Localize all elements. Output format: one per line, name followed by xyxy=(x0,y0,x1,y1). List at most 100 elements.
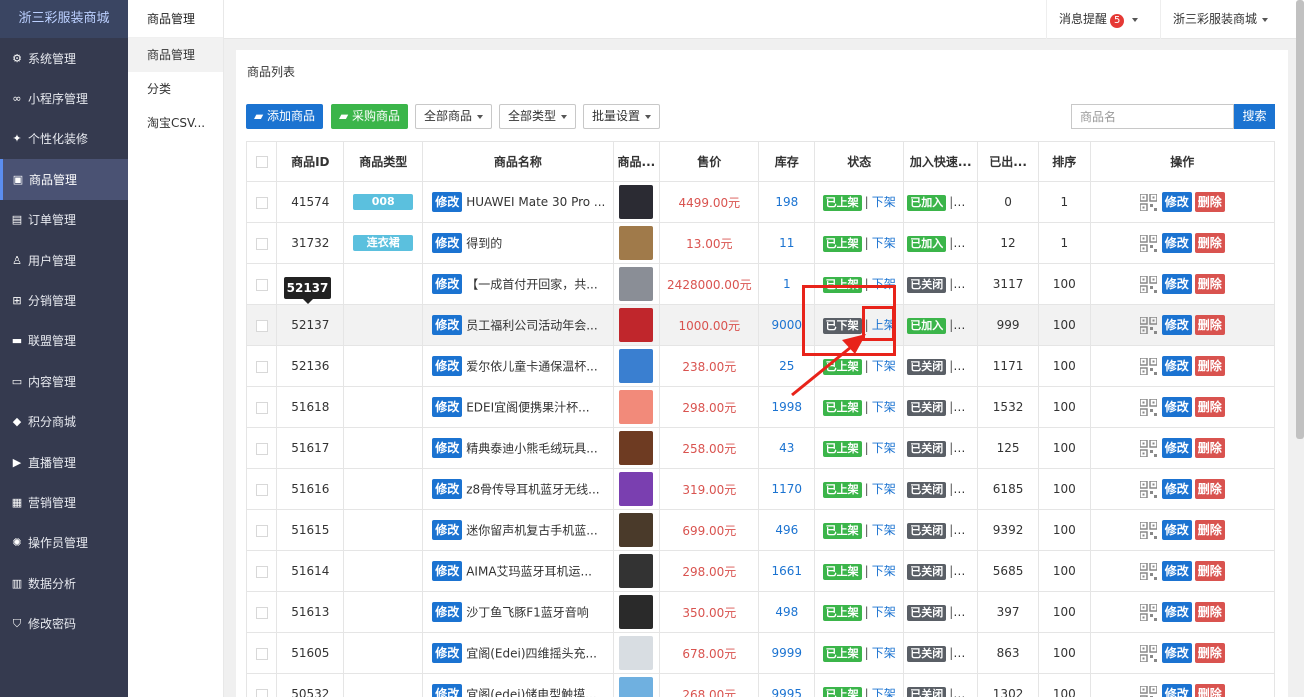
row-checkbox-cell[interactable] xyxy=(245,468,278,510)
select-all-checkbox-cell[interactable] xyxy=(245,141,278,182)
goods-stock[interactable]: 9995 xyxy=(758,673,816,697)
delete-button[interactable]: 删除 xyxy=(1194,684,1225,697)
inline-edit-button[interactable]: 修改 xyxy=(432,274,463,294)
inline-edit-button[interactable]: 修改 xyxy=(432,684,463,697)
sidebar-item-alliance[interactable]: ▬ 联盟管理 xyxy=(0,321,128,361)
row-checkbox[interactable] xyxy=(255,688,268,697)
header-price[interactable]: 售价 xyxy=(659,141,760,182)
shelf-toggle-link[interactable]: 下架 xyxy=(872,236,896,250)
row-checkbox-cell[interactable] xyxy=(245,509,278,551)
sidebar-item-content[interactable]: ▭ 内容管理 xyxy=(0,361,128,401)
header-sort[interactable]: 排序 xyxy=(1037,141,1091,182)
row-checkbox[interactable] xyxy=(255,319,268,332)
shelf-toggle-link[interactable]: 下架 xyxy=(872,523,896,537)
row-checkbox-cell[interactable] xyxy=(245,550,278,592)
sidebar-item-shield[interactable]: ⛉ 修改密码 xyxy=(0,603,128,643)
row-checkbox[interactable] xyxy=(255,360,268,373)
delete-button[interactable]: 删除 xyxy=(1194,397,1225,417)
edit-button[interactable]: 修改 xyxy=(1161,274,1192,294)
row-checkbox-cell[interactable] xyxy=(245,673,278,697)
subnav-item-category[interactable]: 分类 xyxy=(128,72,223,106)
shelf-toggle-link[interactable]: 下架 xyxy=(872,687,896,697)
qr-code-icon[interactable] xyxy=(1139,234,1157,252)
goods-sort[interactable]: 1 xyxy=(1037,222,1091,264)
sidebar-item-user[interactable]: ♙ 用户管理 xyxy=(0,240,128,280)
delete-button[interactable]: 删除 xyxy=(1194,438,1225,458)
row-checkbox-cell[interactable] xyxy=(245,263,278,305)
header-goods-name[interactable]: 商品名称 xyxy=(422,141,614,182)
select-all-checkbox[interactable] xyxy=(255,156,268,168)
edit-button[interactable]: 修改 xyxy=(1161,561,1192,581)
row-checkbox-cell[interactable] xyxy=(245,632,278,674)
header-goods-type[interactable]: 商品类型 xyxy=(343,141,424,182)
goods-sort[interactable]: 100 xyxy=(1037,386,1091,428)
inline-edit-button[interactable]: 修改 xyxy=(432,192,463,212)
shelf-toggle-link[interactable]: 下架 xyxy=(872,605,896,619)
row-checkbox[interactable] xyxy=(255,442,268,455)
qr-code-icon[interactable] xyxy=(1139,193,1157,211)
sidebar-item-settings[interactable]: ✺ 操作员管理 xyxy=(0,523,128,563)
header-goods-id[interactable]: 商品ID xyxy=(276,141,345,182)
subnav-item-goods[interactable]: 商品管理 xyxy=(128,38,223,72)
edit-button[interactable]: 修改 xyxy=(1161,643,1192,663)
edit-button[interactable]: 修改 xyxy=(1161,233,1192,253)
qr-code-icon[interactable] xyxy=(1139,521,1157,539)
purchase-goods-button[interactable]: ▰ 采购商品 xyxy=(331,104,409,129)
edit-button[interactable]: 修改 xyxy=(1161,356,1192,376)
edit-button[interactable]: 修改 xyxy=(1161,315,1192,335)
edit-button[interactable]: 修改 xyxy=(1161,192,1192,212)
qr-code-icon[interactable] xyxy=(1139,685,1157,697)
goods-stock[interactable]: 1170 xyxy=(758,468,816,510)
row-checkbox[interactable] xyxy=(255,606,268,619)
edit-button[interactable]: 修改 xyxy=(1161,602,1192,622)
shelf-toggle-link[interactable]: 下架 xyxy=(872,400,896,414)
search-input[interactable] xyxy=(1071,104,1234,129)
delete-button[interactable]: 删除 xyxy=(1194,356,1225,376)
row-checkbox[interactable] xyxy=(255,401,268,414)
edit-button[interactable]: 修改 xyxy=(1161,438,1192,458)
row-checkbox[interactable] xyxy=(255,237,268,250)
qr-code-icon[interactable] xyxy=(1139,439,1157,457)
qr-code-icon[interactable] xyxy=(1139,398,1157,416)
inline-edit-button[interactable]: 修改 xyxy=(432,602,463,622)
edit-button[interactable]: 修改 xyxy=(1161,479,1192,499)
goods-stock[interactable]: 1661 xyxy=(758,550,816,592)
edit-button[interactable]: 修改 xyxy=(1161,520,1192,540)
goods-sort[interactable]: 100 xyxy=(1037,632,1091,674)
sidebar-item-gear[interactable]: ⚙ 系统管理 xyxy=(0,38,128,78)
goods-sort[interactable]: 100 xyxy=(1037,591,1091,633)
delete-button[interactable]: 删除 xyxy=(1194,602,1225,622)
inline-edit-button[interactable]: 修改 xyxy=(432,561,463,581)
shelf-toggle-link[interactable]: 下架 xyxy=(872,441,896,455)
goods-sort[interactable]: 100 xyxy=(1037,468,1091,510)
filter-type-dropdown[interactable]: 全部类型 xyxy=(499,104,577,129)
shelf-toggle-link[interactable]: 下架 xyxy=(872,195,896,209)
notification-menu[interactable]: 消息提醒 5 xyxy=(1046,0,1150,39)
edit-button[interactable]: 修改 xyxy=(1161,684,1192,697)
inline-edit-button[interactable]: 修改 xyxy=(432,520,463,540)
goods-sort[interactable]: 1 xyxy=(1037,181,1091,223)
shop-menu[interactable]: 浙三彩服装商城 xyxy=(1160,0,1304,39)
goods-sort[interactable]: 100 xyxy=(1037,509,1091,551)
sidebar-item-link[interactable]: ∞ 小程序管理 xyxy=(0,78,128,118)
delete-button[interactable]: 删除 xyxy=(1194,274,1225,294)
qr-code-icon[interactable] xyxy=(1139,316,1157,334)
goods-sort[interactable]: 100 xyxy=(1037,345,1091,387)
batch-settings-dropdown[interactable]: 批量设置 xyxy=(583,104,661,129)
goods-sort[interactable]: 100 xyxy=(1037,427,1091,469)
header-goods-image[interactable]: 商品... xyxy=(612,141,661,182)
delete-button[interactable]: 删除 xyxy=(1194,561,1225,581)
inline-edit-button[interactable]: 修改 xyxy=(432,397,463,417)
qr-code-icon[interactable] xyxy=(1139,562,1157,580)
filter-all-goods-dropdown[interactable]: 全部商品 xyxy=(415,104,493,129)
row-checkbox[interactable] xyxy=(255,524,268,537)
inline-edit-button[interactable]: 修改 xyxy=(432,438,463,458)
header-sold[interactable]: 已出... xyxy=(977,141,1039,182)
row-checkbox[interactable] xyxy=(255,565,268,578)
shelf-toggle-link[interactable]: 下架 xyxy=(872,646,896,660)
sidebar-item-points[interactable]: ◆ 积分商城 xyxy=(0,402,128,442)
edit-button[interactable]: 修改 xyxy=(1161,397,1192,417)
header-quick-add[interactable]: 加入快速... xyxy=(903,141,979,182)
add-goods-button[interactable]: ▰ 添加商品 xyxy=(246,104,324,129)
sidebar-item-marketing[interactable]: ▦ 营销管理 xyxy=(0,482,128,522)
